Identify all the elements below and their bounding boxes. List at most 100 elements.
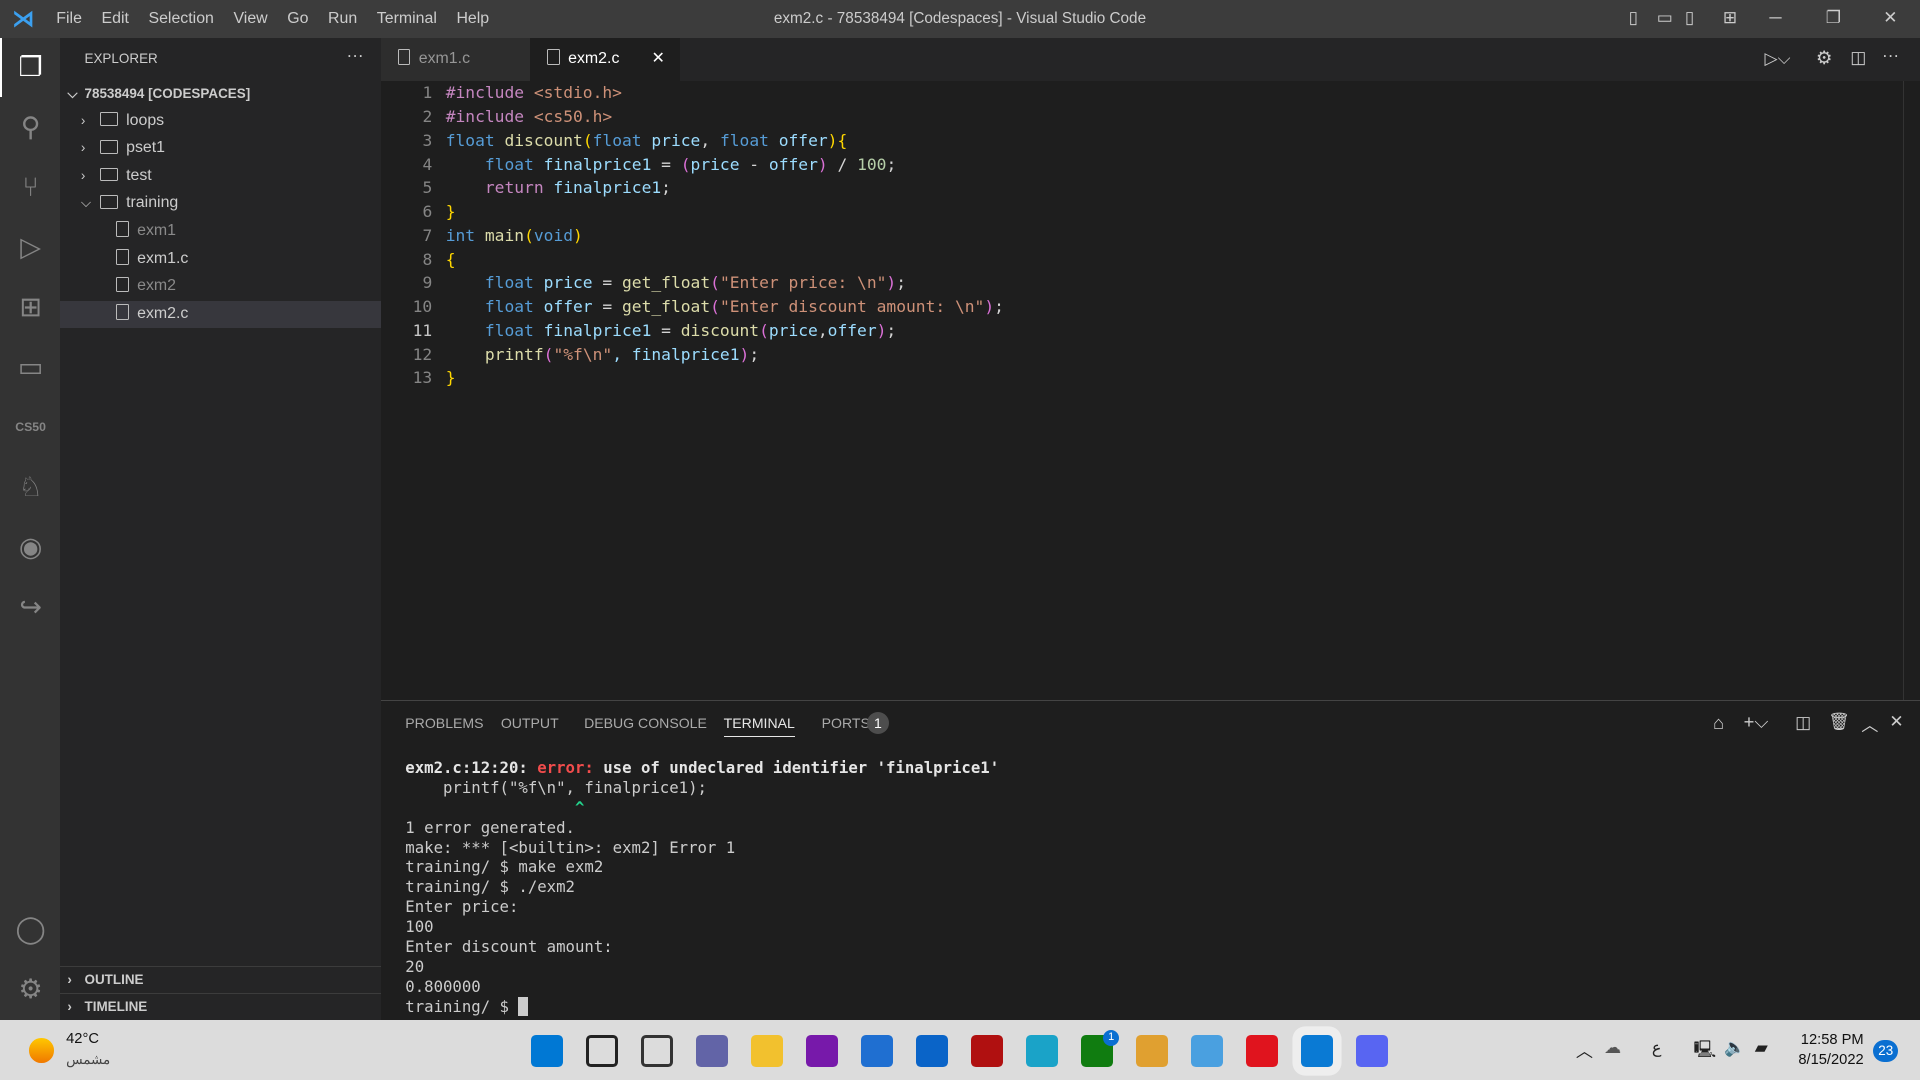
editor-scrollbar[interactable] <box>1902 80 1920 701</box>
tree-item-exm1-c[interactable]: exm1.c <box>60 246 381 273</box>
menu-terminal[interactable]: Terminal <box>377 10 437 27</box>
tree-item-test[interactable]: › test <box>60 163 381 190</box>
terminal-output[interactable]: exm2.c:12:20: error: use of undeclared i… <box>405 758 999 1017</box>
store-icon[interactable] <box>861 1034 894 1067</box>
line-number: 10 <box>412 297 433 317</box>
settings-icon[interactable]: ⚙ <box>1816 47 1832 69</box>
start-icon[interactable] <box>531 1034 564 1067</box>
timeline-section[interactable]: › TIMELINE <box>60 993 381 1020</box>
tree-item-exm2[interactable]: exm2 <box>60 273 381 300</box>
menu-selection[interactable]: Selection <box>148 10 213 27</box>
vscode-icon[interactable] <box>1301 1034 1333 1067</box>
weather-sun-icon[interactable] <box>29 1038 54 1063</box>
source-control-icon[interactable]: ⑂ <box>12 169 49 206</box>
tree-item-exm2-c[interactable]: exm2.c <box>60 300 381 328</box>
battery-icon[interactable]: ▰ <box>1755 1037 1768 1058</box>
code-token: ( <box>543 344 554 364</box>
terminal-line: 0.800000 <box>405 977 481 997</box>
menu-edit[interactable]: Edit <box>101 10 128 27</box>
panel-tab-output[interactable]: OUTPUT <box>501 715 559 731</box>
file-explorer-icon[interactable] <box>751 1034 784 1067</box>
toggle-secondary-sidebar-icon[interactable]: ▯ <box>1685 7 1694 28</box>
app-red-icon[interactable] <box>971 1034 1004 1067</box>
cs50-icon[interactable]: CS50 <box>12 409 49 446</box>
split-editor-icon[interactable]: ◫ <box>1850 47 1866 68</box>
tree-item-label: exm2 <box>137 277 177 295</box>
volume-icon[interactable]: 🔈 <box>1724 1037 1745 1058</box>
minimize-button[interactable]: ─ <box>1769 7 1781 28</box>
weather-temp[interactable]: 42°C <box>66 1031 99 1047</box>
edge-icon[interactable] <box>1026 1034 1059 1067</box>
code-token: ; <box>661 178 671 198</box>
run-icon[interactable]: ▷⌵ <box>1764 48 1790 69</box>
code-line: float finalprice1 = (price - offer) / 10… <box>446 154 896 174</box>
menu-run[interactable]: Run <box>328 10 357 27</box>
remote-explorer-icon[interactable]: ▭ <box>12 349 49 386</box>
chat-icon[interactable] <box>696 1034 729 1067</box>
code-token: "Enter price: \n" <box>719 273 887 293</box>
chevron-up-icon[interactable]: ︿ <box>1576 1037 1593 1062</box>
terminal-line: 20 <box>405 957 425 977</box>
workspace-root[interactable]: ⌵ 78538494 [CODESPACES] <box>60 81 381 108</box>
maximize-panel-icon[interactable]: ︿ <box>1861 711 1878 736</box>
panel-tab-ports[interactable]: PORTS <box>822 715 870 731</box>
tree-item-training[interactable]: ⌵ training <box>60 190 381 217</box>
outline-section[interactable]: › OUTLINE <box>60 966 381 993</box>
language-indicator[interactable]: ع <box>1652 1038 1662 1058</box>
close-window-button[interactable]: ✕ <box>1883 7 1897 28</box>
panel-tab-terminal[interactable]: TERMINAL <box>723 715 795 737</box>
panel-tab-problems[interactable]: PROBLEMS <box>405 715 483 731</box>
tree-item-pset1[interactable]: › pset1 <box>60 135 381 162</box>
discord-icon[interactable] <box>1356 1034 1388 1067</box>
mail-icon[interactable] <box>916 1034 949 1067</box>
close-tab-icon[interactable]: ✕ <box>652 38 665 81</box>
live-share-icon[interactable]: ↪ <box>12 589 49 626</box>
menu-help[interactable]: Help <box>456 10 489 27</box>
clock[interactable]: 12:58 PM 8/15/2022 <box>1790 1031 1863 1070</box>
menu-file[interactable]: File <box>56 10 82 27</box>
settings-gear-icon[interactable]: ⚙ <box>12 971 49 1008</box>
close-panel-icon[interactable]: ✕ <box>1889 711 1903 732</box>
extensions-icon[interactable]: ⊞ <box>12 289 49 326</box>
onenote-icon[interactable] <box>806 1034 839 1067</box>
code-editor[interactable]: 1 #include <stdio.h> 2 #include <cs50.h> 3 fl… <box>380 80 1920 701</box>
drop-icon[interactable] <box>1136 1034 1169 1067</box>
more-actions-icon[interactable]: ··· <box>347 45 364 66</box>
tab-exm2-c[interactable]: exm2.c ✕ <box>530 37 680 81</box>
tree-item-exm1[interactable]: exm1 <box>60 218 381 245</box>
ducky-icon[interactable]: ♘ <box>12 469 49 506</box>
restore-button[interactable]: ❐ <box>1826 7 1841 28</box>
tab-exm1-c[interactable]: exm1.c <box>380 37 531 81</box>
code-token: ) <box>573 225 583 245</box>
panel-tab-debug-console[interactable]: DEBUG CONSOLE <box>584 715 707 731</box>
tree-item-label: exm1.c <box>137 249 189 267</box>
menu-view[interactable]: View <box>233 10 267 27</box>
github-icon[interactable]: ◉ <box>12 529 49 566</box>
accounts-icon[interactable]: ◯ <box>12 911 49 948</box>
search-icon[interactable]: ⚲ <box>12 109 49 146</box>
toggle-sidebar-icon[interactable]: ▯ <box>1629 7 1638 28</box>
code-token: = <box>651 320 681 340</box>
more-actions-icon[interactable]: ··· <box>1882 45 1899 66</box>
onedrive-error-icon[interactable]: ☁ <box>1604 1037 1621 1058</box>
new-terminal-icon[interactable]: +⌵ <box>1744 711 1769 733</box>
file-icon <box>116 221 129 238</box>
task-view-icon[interactable] <box>641 1034 674 1067</box>
control-panel-icon[interactable] <box>1191 1034 1223 1067</box>
menu-go[interactable]: Go <box>287 10 308 27</box>
split-terminal-icon[interactable]: ◫ <box>1795 712 1811 733</box>
home-icon[interactable]: ⌂ <box>1713 712 1724 734</box>
notification-badge[interactable]: 23 <box>1873 1039 1898 1062</box>
network-icon[interactable]: 🖳 <box>1693 1037 1716 1066</box>
tree-item-loops[interactable]: › loops <box>60 108 381 135</box>
run-debug-icon[interactable]: ▷ <box>12 229 49 266</box>
explorer-icon[interactable]: ❐ <box>12 49 49 86</box>
opera-icon[interactable] <box>1246 1034 1278 1067</box>
search-icon[interactable] <box>586 1034 619 1067</box>
code-token: price <box>690 154 740 174</box>
toggle-panel-icon[interactable]: ▭ <box>1657 7 1673 28</box>
customize-layout-icon[interactable]: ⊞ <box>1723 7 1737 28</box>
trash-icon[interactable]: 🗑 <box>1828 711 1850 732</box>
code-token: ) <box>739 344 750 364</box>
code-token: offer <box>768 154 818 174</box>
